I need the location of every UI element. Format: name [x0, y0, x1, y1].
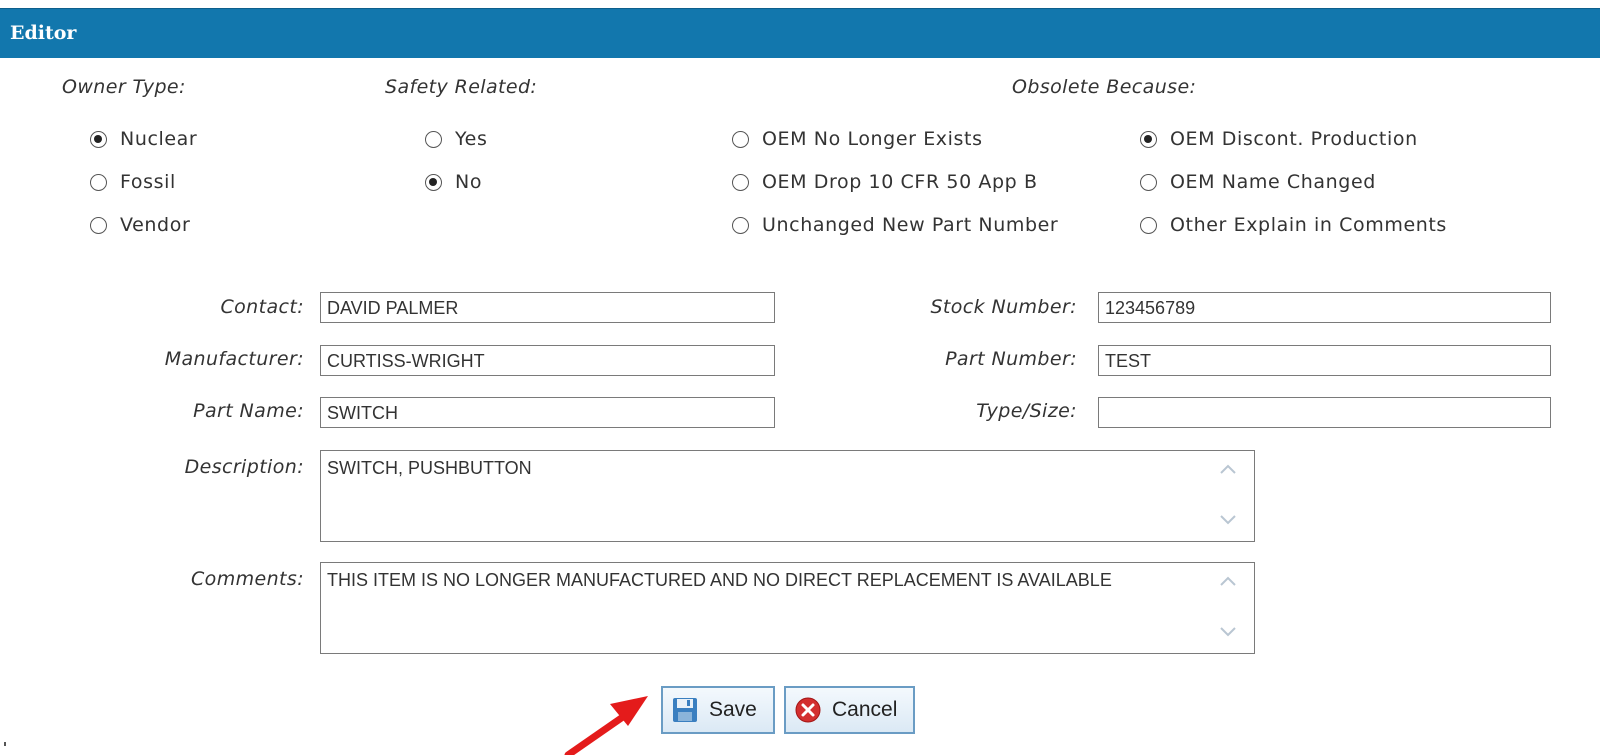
- annotation-arrow: [564, 696, 648, 755]
- edge-mark: [4, 742, 6, 746]
